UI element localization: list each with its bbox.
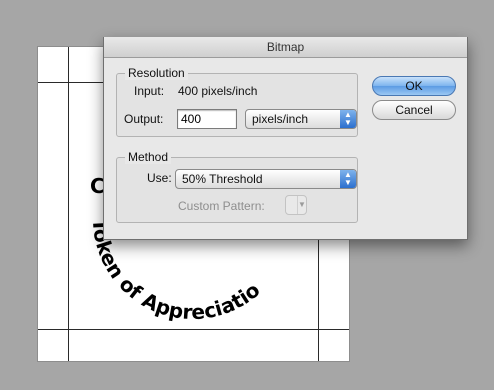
up-down-chevron-icon: ▲ ▼ xyxy=(340,110,356,128)
bitmap-dialog: Bitmap Resolution Input: 400 pixels/inch… xyxy=(103,37,468,240)
resolution-group-label: Resolution xyxy=(125,66,188,80)
resolution-unit-popup[interactable]: pixels/inch ▲ ▼ xyxy=(245,109,357,129)
cancel-button[interactable]: Cancel xyxy=(372,100,456,120)
method-use-selected: 50% Threshold xyxy=(182,172,263,186)
resolution-group: Resolution Input: 400 pixels/inch Output… xyxy=(116,66,358,137)
use-label: Use: xyxy=(147,171,172,185)
custom-pattern-label: Custom Pattern: xyxy=(178,199,265,213)
method-use-popup[interactable]: 50% Threshold ▲ ▼ xyxy=(175,169,357,189)
chevron-down-icon: ▼ xyxy=(297,196,306,214)
output-resolution-field[interactable]: 400 xyxy=(177,109,237,129)
up-down-chevron-icon: ▲ ▼ xyxy=(340,170,356,188)
input-label: Input: xyxy=(134,84,165,98)
method-group: Method Use: 50% Threshold ▲ ▼ Custom Patt… xyxy=(116,150,358,223)
input-resolution-value: 400 pixels/inch xyxy=(178,84,258,98)
output-label: Output: xyxy=(124,112,164,126)
resolution-unit-selected: pixels/inch xyxy=(252,112,309,126)
ok-button[interactable]: OK xyxy=(372,76,456,96)
method-group-label: Method xyxy=(125,150,172,164)
custom-pattern-picker[interactable]: ▼ xyxy=(285,195,307,215)
dialog-title: Bitmap xyxy=(104,37,467,58)
